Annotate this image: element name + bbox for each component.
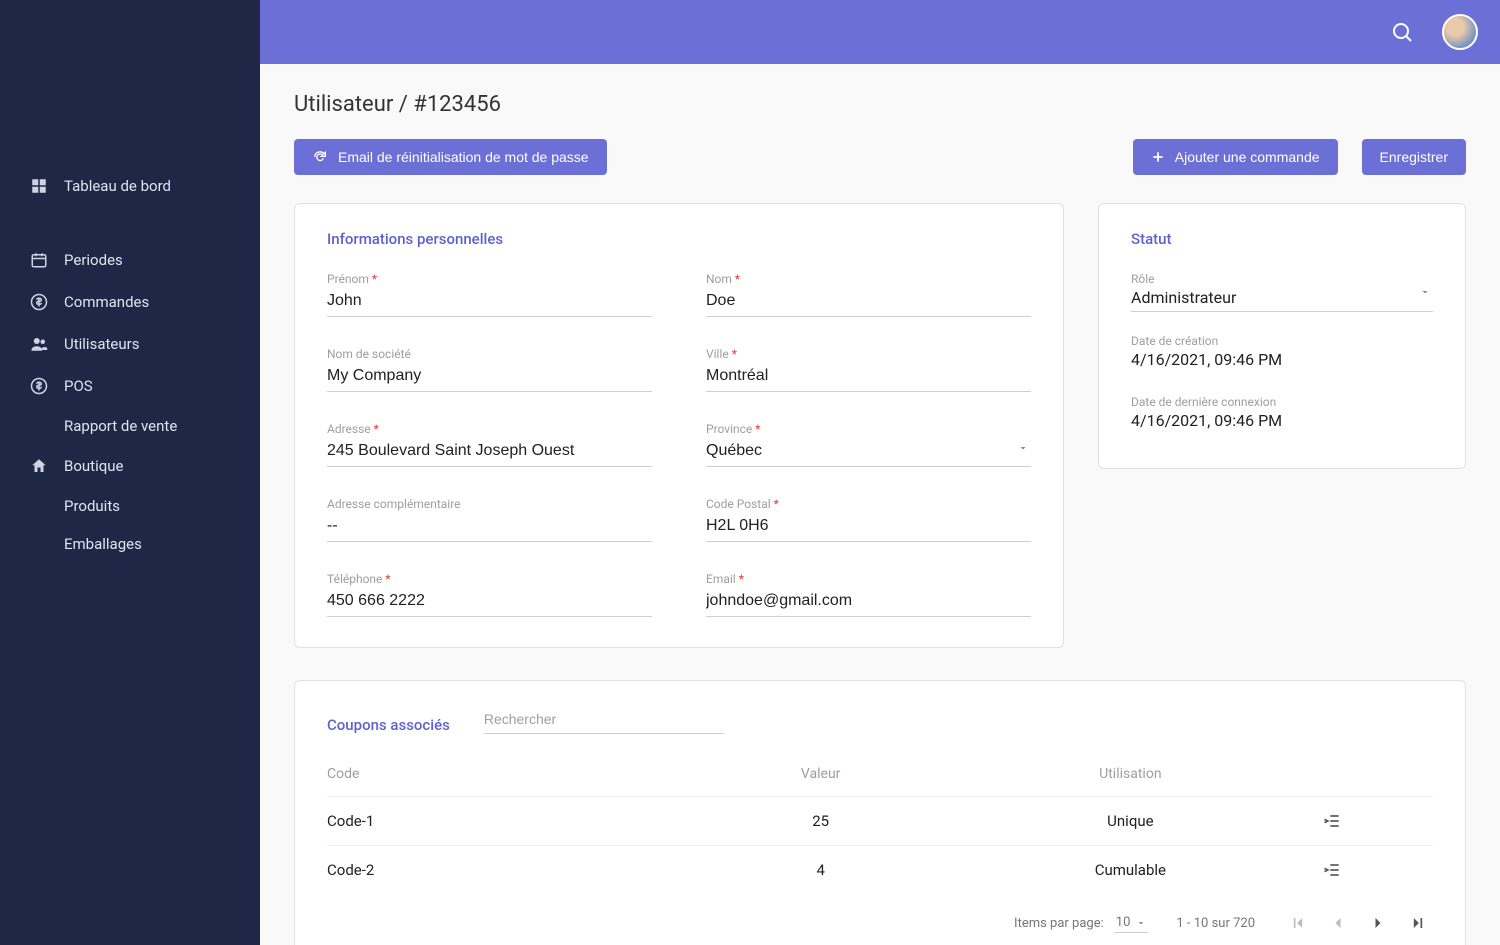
created-value: 4/16/2021, 09:46 PM	[1131, 350, 1433, 373]
section-title: Statut	[1131, 230, 1433, 248]
sidebar-item-produits[interactable]: Produits	[0, 487, 260, 525]
city-input[interactable]	[706, 363, 1031, 392]
row-action-icon[interactable]	[1322, 811, 1425, 831]
reset-password-button[interactable]: Email de réinitialisation de mot de pass…	[294, 139, 607, 175]
status-card: Statut Rôle Administrateur Date de créat…	[1098, 203, 1466, 469]
first-name-label: Prénom *	[327, 272, 652, 286]
sidebar-item-label: Boutique	[64, 457, 123, 475]
sidebar-item-commandes[interactable]: Commandes	[0, 281, 260, 323]
items-per-page-select[interactable]: 10	[1114, 913, 1149, 933]
save-button[interactable]: Enregistrer	[1362, 139, 1466, 175]
coupons-card: Coupons associés Code Valeur Utilisation	[294, 680, 1466, 945]
calendar-icon	[28, 249, 50, 271]
section-title: Informations personnelles	[327, 230, 1031, 248]
sidebar-item-dashboard[interactable]: Tableau de bord	[0, 165, 260, 207]
company-input[interactable]	[327, 363, 652, 392]
sidebar-item-rapport-vente[interactable]: Rapport de vente	[0, 407, 260, 445]
cell-value: 4	[703, 846, 946, 895]
search-button[interactable]	[1382, 12, 1422, 52]
home-icon	[28, 455, 50, 477]
address-label: Adresse *	[327, 422, 652, 436]
last-login-value: 4/16/2021, 09:46 PM	[1131, 411, 1433, 434]
role-label: Rôle	[1131, 272, 1433, 286]
sidebar-item-label: Periodes	[64, 251, 123, 269]
sidebar-item-emballages[interactable]: Emballages	[0, 525, 260, 563]
sidebar-nav: Tableau de bord Periodes Commandes Utili	[0, 155, 260, 573]
paginator: Items par page: 10 1 - 10 sur 720	[327, 894, 1433, 938]
action-bar: Email de réinitialisation de mot de pass…	[294, 139, 1466, 175]
sidebar-item-label: Commandes	[64, 293, 149, 311]
created-label: Date de création	[1131, 334, 1433, 348]
col-value: Valeur	[703, 752, 946, 797]
last-page-button[interactable]	[1403, 908, 1433, 938]
sidebar-logo-area	[0, 0, 260, 155]
page-title: Utilisateur / #123456	[294, 92, 1466, 117]
postal-input[interactable]	[706, 513, 1031, 542]
email-input[interactable]	[706, 588, 1031, 617]
users-icon	[28, 333, 50, 355]
section-title: Coupons associés	[327, 716, 450, 734]
coupons-table: Code Valeur Utilisation Code-1 25 Unique	[327, 752, 1433, 894]
plus-icon	[1151, 150, 1165, 164]
dollar-icon	[28, 291, 50, 313]
role-value: Administrateur	[1131, 288, 1433, 311]
company-label: Nom de société	[327, 347, 652, 361]
chevron-down-icon	[1136, 918, 1146, 928]
table-row: Code-2 4 Cumulable	[327, 846, 1433, 895]
add-order-button[interactable]: Ajouter une commande	[1133, 139, 1338, 175]
page-range: 1 - 10 sur 720	[1176, 916, 1255, 931]
first-page-button[interactable]	[1283, 908, 1313, 938]
prev-page-button[interactable]	[1323, 908, 1353, 938]
sidebar-item-label: Tableau de bord	[64, 177, 171, 195]
sidebar-item-pos[interactable]: POS	[0, 365, 260, 407]
email-label: Email *	[706, 572, 1031, 586]
row-action-icon[interactable]	[1322, 860, 1425, 880]
topbar	[260, 0, 1500, 64]
dashboard-icon	[28, 175, 50, 197]
cell-code: Code-2	[327, 846, 703, 895]
col-usage: Utilisation	[946, 752, 1322, 797]
last-name-label: Nom *	[706, 272, 1031, 286]
refresh-icon	[312, 149, 328, 165]
next-page-button[interactable]	[1363, 908, 1393, 938]
sidebar-item-periodes[interactable]: Periodes	[0, 239, 260, 281]
cell-code: Code-1	[327, 797, 703, 846]
phone-input[interactable]	[327, 588, 652, 617]
button-label: Ajouter une commande	[1175, 149, 1320, 165]
address2-input[interactable]	[327, 513, 652, 542]
phone-label: Téléphone *	[327, 572, 652, 586]
personal-info-card: Informations personnelles Prénom * Nom *…	[294, 203, 1064, 648]
sidebar-item-label: Produits	[64, 497, 120, 515]
avatar[interactable]	[1442, 14, 1478, 50]
items-per-page-label: Items par page:	[1014, 916, 1104, 931]
address2-label: Adresse complémentaire	[327, 497, 652, 511]
sidebar-item-label: POS	[64, 377, 93, 395]
address-input[interactable]	[327, 438, 652, 467]
table-row: Code-1 25 Unique	[327, 797, 1433, 846]
sidebar-item-label: Emballages	[64, 535, 142, 553]
postal-label: Code Postal *	[706, 497, 1031, 511]
coupon-search-input[interactable]	[484, 705, 724, 734]
dollar-icon	[28, 375, 50, 397]
cell-value: 25	[703, 797, 946, 846]
cell-usage: Cumulable	[946, 846, 1322, 895]
role-select[interactable]: Rôle Administrateur	[1131, 272, 1433, 312]
first-name-input[interactable]	[327, 288, 652, 317]
sidebar-item-utilisateurs[interactable]: Utilisateurs	[0, 323, 260, 365]
button-label: Enregistrer	[1380, 149, 1448, 165]
items-per-page-value: 10	[1116, 915, 1131, 930]
city-label: Ville *	[706, 347, 1031, 361]
sidebar-item-label: Utilisateurs	[64, 335, 139, 353]
sidebar-item-label: Rapport de vente	[64, 417, 177, 435]
sidebar-item-boutique[interactable]: Boutique	[0, 445, 260, 487]
province-select[interactable]	[706, 438, 1031, 467]
last-login-label: Date de dernière connexion	[1131, 395, 1433, 409]
last-name-input[interactable]	[706, 288, 1031, 317]
sidebar: Tableau de bord Periodes Commandes Utili	[0, 0, 260, 945]
col-code: Code	[327, 752, 703, 797]
province-label: Province *	[706, 422, 1031, 436]
cell-usage: Unique	[946, 797, 1322, 846]
button-label: Email de réinitialisation de mot de pass…	[338, 149, 589, 165]
